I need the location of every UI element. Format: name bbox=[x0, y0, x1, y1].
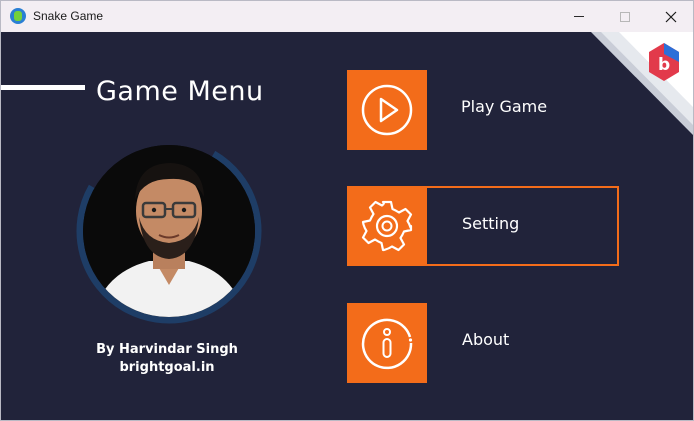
setting-button[interactable]: Setting bbox=[347, 186, 619, 266]
maximize-button[interactable] bbox=[602, 1, 648, 32]
author-credit: By Harvindar Singh brightgoal.in bbox=[67, 341, 267, 377]
play-game-button[interactable]: Play Game bbox=[347, 70, 619, 150]
title-bar[interactable]: Snake Game bbox=[1, 1, 693, 32]
author-website: brightgoal.in bbox=[119, 360, 215, 375]
maximize-icon bbox=[620, 11, 630, 22]
about-tile[interactable] bbox=[347, 303, 427, 383]
minimize-icon bbox=[574, 16, 584, 17]
play-tile[interactable] bbox=[347, 70, 427, 150]
profile-avatar-frame bbox=[73, 135, 265, 327]
setting-tile[interactable] bbox=[347, 186, 427, 266]
window-title: Snake Game bbox=[33, 9, 104, 23]
main-panel: b Game Menu By Harvindar Singh brightgoa… bbox=[1, 32, 693, 420]
snake-game-icon bbox=[10, 8, 26, 24]
heading-underline bbox=[1, 85, 85, 90]
avatar bbox=[83, 145, 255, 317]
svg-text:b: b bbox=[658, 55, 670, 75]
author-name: By Harvindar Singh bbox=[96, 342, 238, 357]
menu-heading: Game Menu bbox=[96, 76, 264, 107]
play-icon bbox=[361, 84, 413, 136]
app-window: Snake Game b Game Menu By Harvindar Sing… bbox=[0, 0, 694, 421]
gear-icon bbox=[361, 200, 413, 252]
info-icon bbox=[361, 318, 413, 370]
about-button[interactable]: About bbox=[347, 303, 619, 383]
close-icon bbox=[665, 11, 677, 22]
close-button[interactable] bbox=[648, 1, 693, 32]
minimize-button[interactable] bbox=[556, 1, 602, 32]
about-label[interactable]: About bbox=[462, 330, 509, 349]
play-game-label[interactable]: Play Game bbox=[461, 97, 547, 116]
setting-label[interactable]: Setting bbox=[462, 214, 519, 233]
